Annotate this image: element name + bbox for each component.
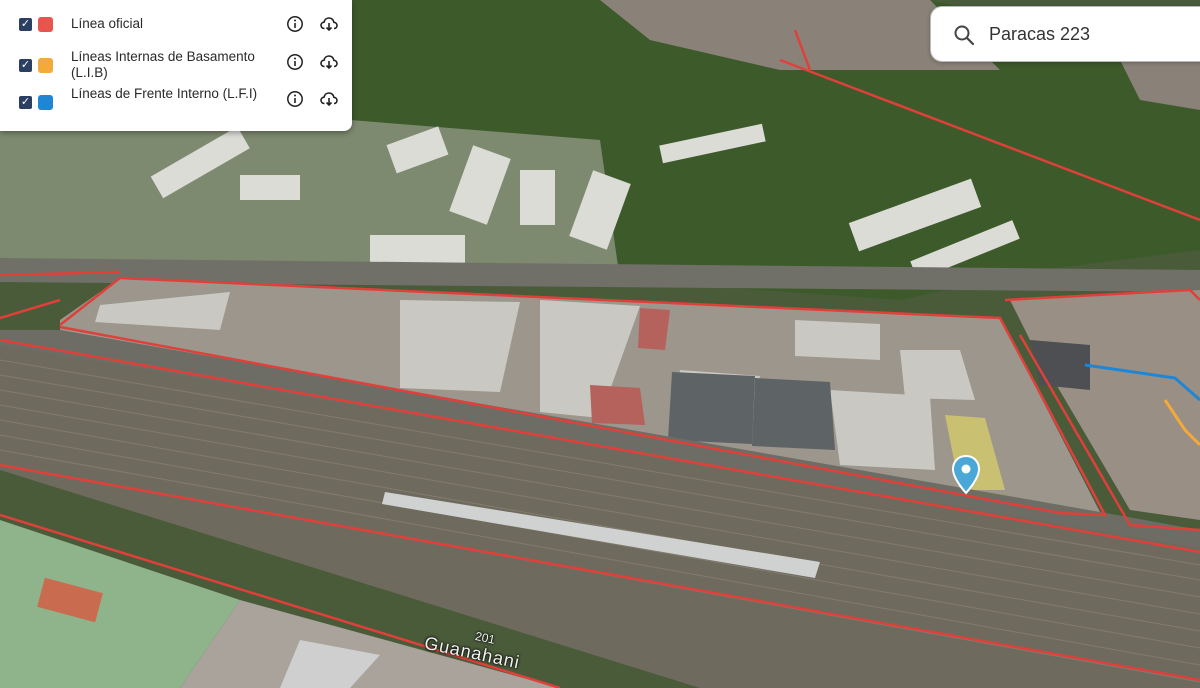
checkbox-checked-icon[interactable]: ✓ xyxy=(19,59,32,72)
search-box[interactable] xyxy=(930,6,1200,62)
cloud-download-icon[interactable] xyxy=(320,90,338,108)
info-icon[interactable] xyxy=(286,53,304,71)
info-icon[interactable] xyxy=(286,90,304,108)
layer-row-linea-oficial: ✓ Línea oficial xyxy=(0,4,352,40)
cloud-download-icon[interactable] xyxy=(320,53,338,71)
layer-color-swatch xyxy=(38,95,53,110)
layer-row-lfi: ✓ Líneas de Frente Interno (L.F.I) xyxy=(0,77,352,114)
layer-row-lib: ✓ Líneas Internas de Basamento (L.I.B) xyxy=(0,40,352,80)
layer-color-swatch xyxy=(38,58,53,73)
checkbox-checked-icon[interactable]: ✓ xyxy=(19,96,32,109)
layer-label: Líneas de Frente Interno (L.F.I) xyxy=(71,86,258,101)
cloud-download-icon[interactable] xyxy=(320,15,338,33)
layer-label: Línea oficial xyxy=(71,16,144,31)
checkbox-checked-icon[interactable]: ✓ xyxy=(19,18,32,31)
layers-legend-panel: ✓ Línea oficial ✓ Líneas Internas de Bas… xyxy=(0,0,352,131)
location-pin-icon[interactable] xyxy=(951,455,981,495)
search-input[interactable] xyxy=(989,21,1189,47)
search-icon[interactable] xyxy=(953,24,975,46)
info-icon[interactable] xyxy=(286,15,304,33)
layer-color-swatch xyxy=(38,17,53,32)
